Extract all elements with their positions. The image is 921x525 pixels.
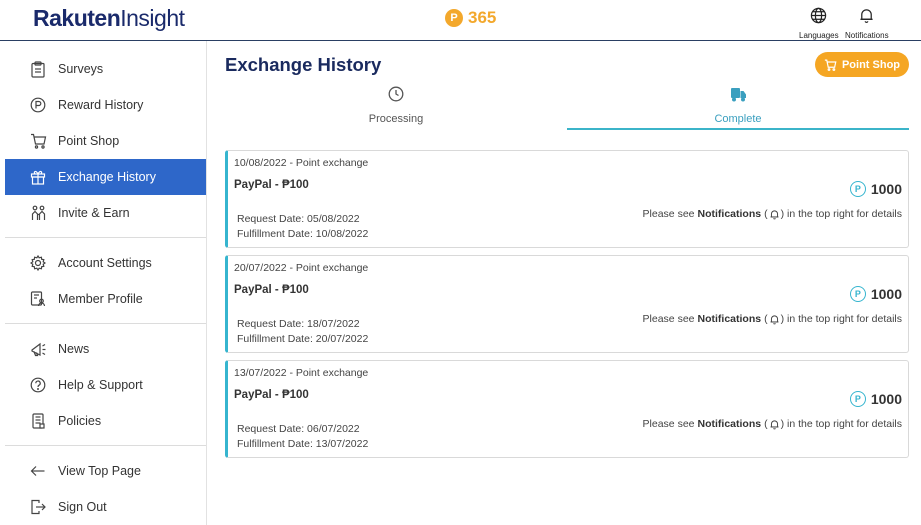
sidebar-item-label: Exchange History [58,170,156,184]
notifications-label: Notifications [845,31,889,40]
languages-label: Languages [799,31,839,40]
points-coin-icon: P [445,9,463,27]
points-amount-value: 1000 [870,181,902,197]
points-coin-icon: P [849,181,866,197]
sidebar-group-session: View Top Page Sign Out [5,446,206,525]
bell-icon [858,7,875,29]
question-icon [29,376,47,394]
page-title: Exchange History [225,54,382,75]
sidebar-item-label: Point Shop [58,134,120,148]
bell-icon [769,209,780,220]
sidebar-group-account: Account Settings Member Profile [5,238,206,324]
request-date: Request Date: 06/07/2022 [237,423,360,435]
exchange-date-line: 20/07/2022 - Point exchange [234,262,369,274]
points-coin-icon: P [849,391,866,407]
arrow-left-icon [29,462,47,480]
request-date: Request Date: 18/07/2022 [237,318,360,330]
sidebar-group-main: Surveys Reward History Point Shop Exchan… [5,41,206,238]
points-amount: P 1000 [849,391,902,407]
sidebar-item-exchange-history[interactable]: Exchange History [5,159,206,195]
exchange-date-line: 10/08/2022 - Point exchange [234,157,369,169]
details-note: Please see Notifications ( ) in the top … [642,418,902,430]
exchange-item-name: PayPal - ₱100 [234,389,309,401]
fulfillment-date: Fulfillment Date: 20/07/2022 [237,333,369,345]
exchange-tabs: Processing Complete [225,83,909,130]
request-date: Request Date: 05/08/2022 [237,213,360,225]
document-icon [29,412,47,430]
sidebar-item-news[interactable]: News [5,331,206,367]
main-content: Exchange History Point Shop Processing C… [207,41,921,525]
tab-processing[interactable]: Processing [225,83,567,130]
globe-icon [810,7,827,29]
fulfillment-date: Fulfillment Date: 10/08/2022 [237,228,369,240]
profile-doc-icon [29,290,47,308]
people-icon [29,204,47,222]
cart-icon [824,59,837,71]
sidebar-item-label: Invite & Earn [58,206,130,220]
sidebar-group-info: News Help & Support Policies [5,324,206,446]
bell-icon [769,314,780,325]
sidebar-item-label: Surveys [58,62,104,76]
sidebar-item-label: View Top Page [58,464,141,478]
sidebar-item-reward-history[interactable]: Reward History [5,87,206,123]
tab-complete[interactable]: Complete [567,83,909,130]
sidebar-item-view-top-page[interactable]: View Top Page [5,453,206,489]
fulfillment-date: Fulfillment Date: 13/07/2022 [237,438,369,450]
exchange-date-line: 13/07/2022 - Point exchange [234,367,369,379]
sidebar-item-sign-out[interactable]: Sign Out [5,489,206,525]
sidebar-item-label: Sign Out [58,500,107,514]
sidebar-item-label: Help & Support [58,378,143,392]
exchange-item-name: PayPal - ₱100 [234,284,309,296]
points-amount: P 1000 [849,286,902,302]
sidebar-item-surveys[interactable]: Surveys [5,51,206,87]
gear-icon [29,254,47,272]
tab-complete-label: Complete [714,113,762,125]
notifications-reference: Notifications [697,208,762,220]
sidebar-item-member-profile[interactable]: Member Profile [5,281,206,317]
exchange-card: 20/07/2022 - Point exchange PayPal - ₱10… [225,255,909,353]
points-amount-value: 1000 [870,286,902,302]
clock-icon [388,84,404,104]
exchange-card: 10/08/2022 - Point exchange PayPal - ₱10… [225,150,909,248]
points-coin-icon: P [849,286,866,302]
bell-icon [769,419,780,430]
sidebar-item-label: News [58,342,90,356]
sidebar-item-invite-earn[interactable]: Invite & Earn [5,195,206,231]
points-amount-value: 1000 [870,391,902,407]
truck-icon [730,84,747,104]
details-note: Please see Notifications ( ) in the top … [642,313,902,325]
clipboard-icon [29,60,47,78]
points-circle-icon [29,96,47,114]
points-balance: P 365 [445,8,496,28]
point-shop-button-label: Point Shop [841,58,901,71]
notifications-button[interactable]: Notifications [845,7,889,40]
sidebar-item-policies[interactable]: Policies [5,403,206,439]
sign-out-icon [29,498,47,516]
sidebar-item-account-settings[interactable]: Account Settings [5,245,206,281]
details-note: Please see Notifications ( ) in the top … [642,208,902,220]
sidebar: Surveys Reward History Point Shop Exchan… [0,41,207,525]
exchange-item-name: PayPal - ₱100 [234,179,309,191]
sidebar-item-help-support[interactable]: Help & Support [5,367,206,403]
notifications-reference: Notifications [697,313,762,325]
gift-icon [29,168,47,186]
rakuten-insight-logo[interactable]: RakutenInsight [33,5,185,32]
sidebar-item-label: Policies [58,414,102,428]
exchange-card: 13/07/2022 - Point exchange PayPal - ₱10… [225,360,909,458]
languages-button[interactable]: Languages [799,7,839,40]
notifications-reference: Notifications [697,418,762,430]
tab-processing-label: Processing [368,113,424,125]
sidebar-item-label: Member Profile [58,292,143,306]
cart-icon [29,132,47,150]
points-value: 365 [468,8,497,27]
point-shop-button[interactable]: Point Shop [815,52,909,77]
top-header: RakutenInsight P 365 Languages Notificat… [0,0,921,41]
megaphone-icon [29,340,47,358]
sidebar-item-label: Account Settings [58,256,152,270]
points-amount: P 1000 [849,181,902,197]
sidebar-item-point-shop[interactable]: Point Shop [5,123,206,159]
sidebar-item-label: Reward History [58,98,144,112]
